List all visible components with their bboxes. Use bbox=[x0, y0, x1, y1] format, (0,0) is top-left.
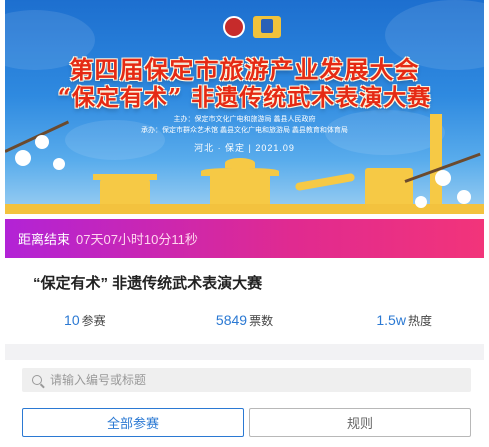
stat-value: 5849 bbox=[215, 312, 248, 328]
stat-votes: 5849 票数 bbox=[165, 312, 325, 338]
stat-entries: 10 参赛 bbox=[5, 312, 165, 338]
stat-popularity: 1.5w 热度 bbox=[324, 312, 484, 338]
banner-organizer-line: 承办：保定市群众艺术馆 蠡县文化广电和旅游局 蠡县教育和体育局 bbox=[141, 127, 348, 134]
search-input[interactable] bbox=[48, 372, 452, 388]
stat-value: 10 bbox=[64, 312, 80, 328]
banner-host-line: 主办：保定市文化广电和旅游局 蠡县人民政府 bbox=[173, 116, 316, 123]
search-icon bbox=[32, 375, 42, 385]
banner-title-line2: “保定有术” 非遗传统武术表演大赛 bbox=[57, 84, 432, 111]
stat-unit: 票数 bbox=[249, 314, 274, 328]
stat-unit: 参赛 bbox=[81, 314, 106, 328]
contest-title: “保定有术” 非遗传统武术表演大赛 bbox=[33, 275, 263, 292]
countdown-value: 07天07小时10分11秒 bbox=[76, 232, 198, 247]
section-divider bbox=[5, 344, 484, 360]
event-banner: 第四届保定市旅游产业发展大会 “保定有术” 非遗传统武术表演大赛 主办：保定市文… bbox=[5, 0, 484, 214]
baoding-logo-icon bbox=[223, 16, 245, 38]
tab-all-entries[interactable]: 全部参赛 bbox=[22, 408, 244, 437]
stats-row: 10 参赛 5849 票数 1.5w 热度 bbox=[5, 312, 484, 338]
organizer-logos bbox=[223, 16, 281, 38]
culture-tourism-logo-icon bbox=[253, 16, 281, 38]
search-box[interactable] bbox=[22, 368, 471, 392]
stat-value: 1.5w bbox=[376, 312, 406, 328]
countdown-label: 距离结束 bbox=[18, 232, 71, 247]
countdown-bar: 距离结束 07天07小时10分11秒 bbox=[5, 219, 484, 258]
stat-unit: 热度 bbox=[407, 314, 432, 328]
tab-rules[interactable]: 规则 bbox=[249, 408, 471, 437]
